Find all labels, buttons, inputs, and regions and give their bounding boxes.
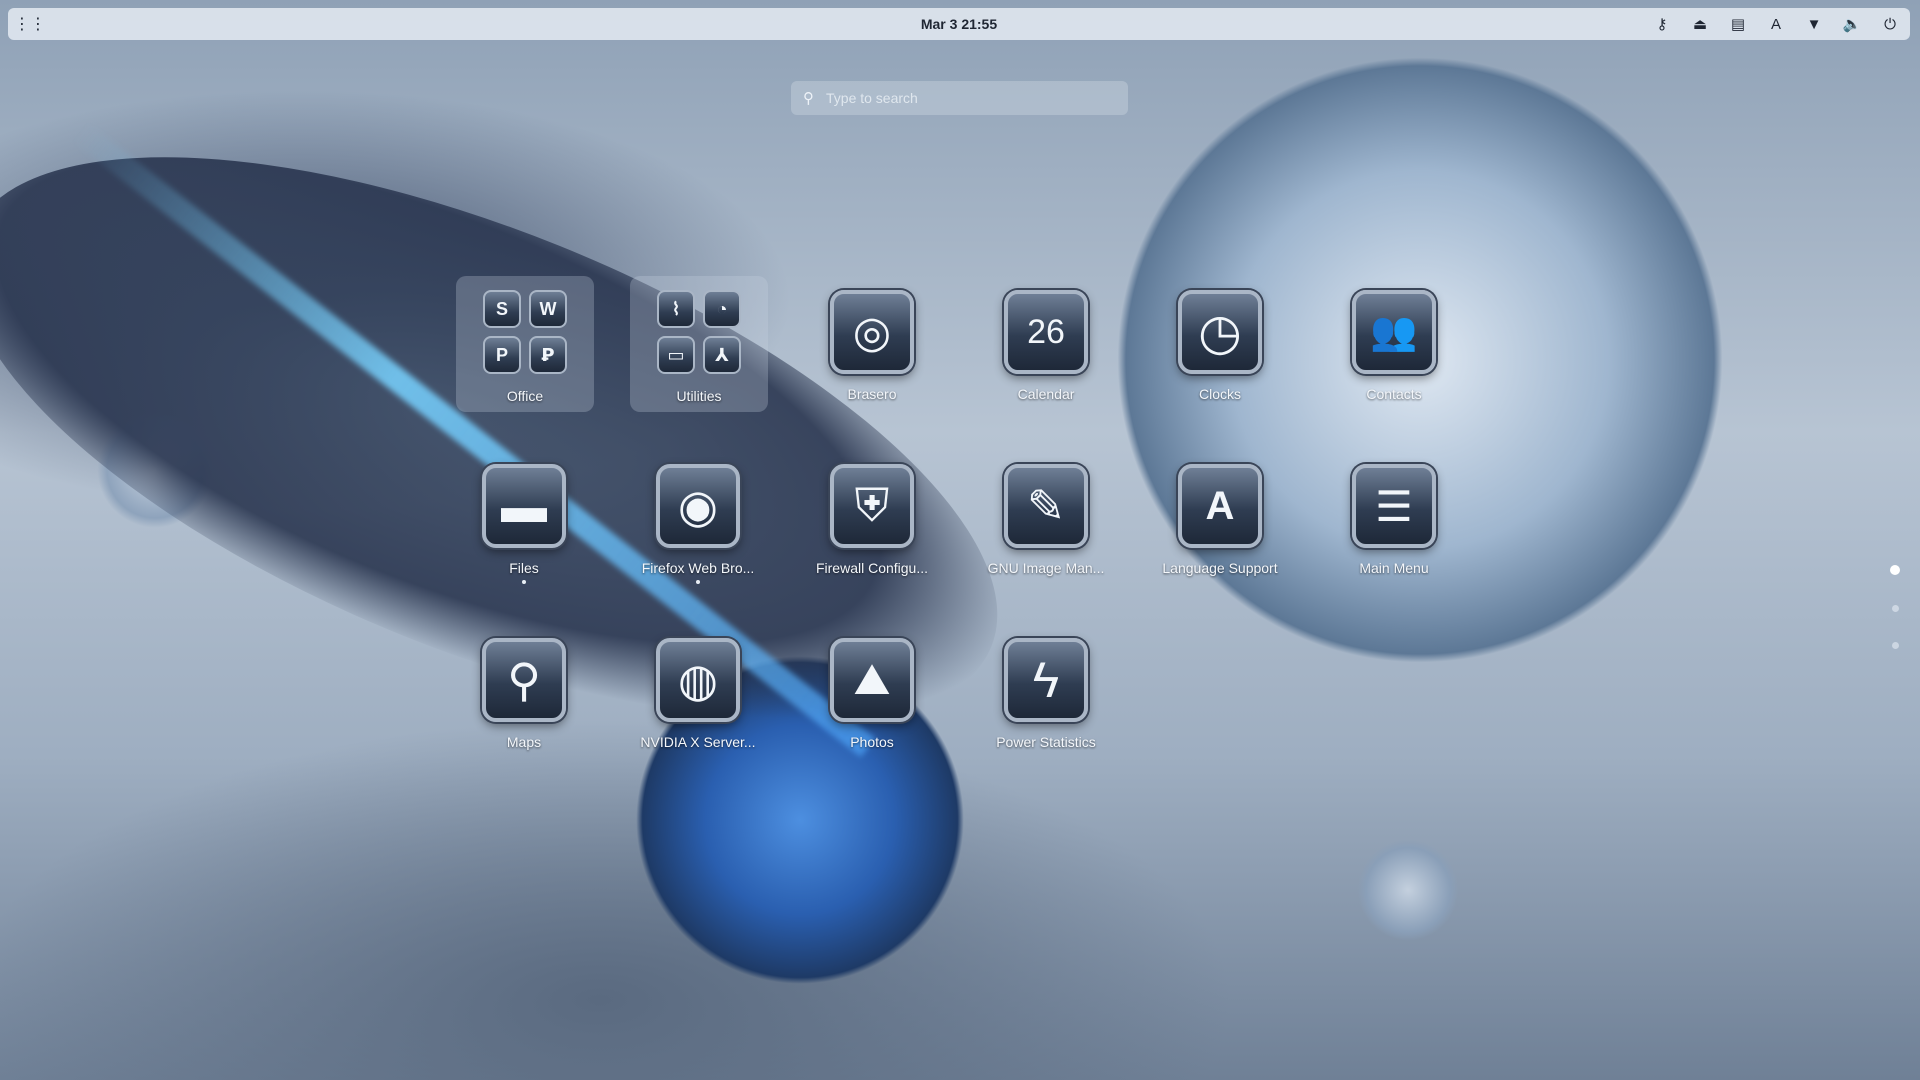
clock-icon: ◷ bbox=[1178, 290, 1262, 374]
app-label: Brasero bbox=[847, 386, 897, 402]
language-icon: A bbox=[1178, 464, 1262, 548]
notes-icon[interactable]: ▤ bbox=[1728, 15, 1748, 33]
folder-label: Utilities bbox=[676, 388, 722, 404]
keyboard-layout-icon[interactable]: A bbox=[1766, 16, 1786, 33]
app-label: NVIDIA X Server... bbox=[640, 734, 756, 750]
app-label: GNU Image Man... bbox=[987, 560, 1105, 576]
folder-office[interactable]: S W P Ꝑ Office bbox=[456, 276, 594, 412]
app-label: Clocks bbox=[1198, 386, 1241, 402]
lightning-icon: ϟ bbox=[1004, 638, 1088, 722]
page-dot-1[interactable] bbox=[1890, 565, 1900, 575]
folder-label: Office bbox=[506, 388, 544, 404]
app-gimp[interactable]: ✎ GNU Image Man... bbox=[978, 464, 1114, 576]
volume-icon[interactable]: 🔈 bbox=[1842, 15, 1862, 33]
disk-usage-icon: ◔ bbox=[703, 290, 741, 328]
app-firefox[interactable]: ◉ Firefox Web Bro... bbox=[630, 464, 766, 584]
office-presentation-icon: P bbox=[483, 336, 521, 374]
page-indicator bbox=[1890, 565, 1900, 649]
running-indicator bbox=[522, 580, 526, 584]
activities-grid-icon[interactable]: ⋮⋮ bbox=[14, 12, 46, 36]
app-language-support[interactable]: A Language Support bbox=[1152, 464, 1288, 576]
office-sheet-icon: S bbox=[483, 290, 521, 328]
page-dot-3[interactable] bbox=[1891, 642, 1899, 649]
shield-icon: ⛨ bbox=[830, 464, 914, 548]
app-firewall[interactable]: ⛨ Firewall Configu... bbox=[804, 464, 940, 576]
page-dot-2[interactable] bbox=[1891, 605, 1899, 612]
app-contacts[interactable]: 👥 Contacts bbox=[1326, 290, 1462, 402]
power-icon[interactable]: ⏻ bbox=[1880, 16, 1900, 33]
app-files[interactable]: ▬ Files bbox=[456, 464, 592, 584]
nvidia-icon: ◍ bbox=[656, 638, 740, 722]
app-brasero[interactable]: ◎ Brasero bbox=[804, 290, 940, 402]
app-power-statistics[interactable]: ϟ Power Statistics bbox=[978, 638, 1114, 750]
search-input[interactable] bbox=[824, 89, 1108, 107]
app-label: Contacts bbox=[1366, 386, 1422, 402]
map-pin-icon: ⚲ bbox=[482, 638, 566, 722]
app-maps[interactable]: ⚲ Maps bbox=[456, 638, 592, 750]
system-monitor-icon: ⌇ bbox=[657, 290, 695, 328]
app-label: Calendar bbox=[1017, 386, 1075, 402]
app-label: Power Statistics bbox=[996, 734, 1096, 750]
key-icon[interactable]: ⚷ bbox=[1652, 15, 1672, 33]
app-clocks[interactable]: ◷ Clocks bbox=[1152, 290, 1288, 402]
app-label: Firefox Web Bro... bbox=[641, 560, 755, 576]
app-main-menu[interactable]: ☰ Main Menu bbox=[1326, 464, 1462, 576]
disc-burner-icon: ◎ bbox=[830, 290, 914, 374]
app-photos[interactable]: ⛰ Photos bbox=[804, 638, 940, 750]
app-label: Language Support bbox=[1162, 560, 1278, 576]
running-indicator bbox=[696, 580, 700, 584]
clock[interactable]: Mar 3 21:55 bbox=[921, 8, 997, 40]
wifi-icon[interactable]: ▼ bbox=[1804, 16, 1824, 33]
tools-icon: ⅄ bbox=[703, 336, 741, 374]
contacts-icon: 👥 bbox=[1352, 290, 1436, 374]
brush-icon: ✎ bbox=[1004, 464, 1088, 548]
calendar-icon: 26 bbox=[1004, 290, 1088, 374]
folder-icon: ▬ bbox=[482, 464, 566, 548]
photos-icon: ⛰ bbox=[830, 638, 914, 722]
search-icon: ⚲ bbox=[803, 90, 814, 107]
app-label: Firewall Configu... bbox=[815, 560, 929, 576]
search-bar[interactable]: ⚲ bbox=[791, 81, 1128, 115]
app-calendar[interactable]: 26 Calendar bbox=[978, 290, 1114, 402]
system-tray[interactable]: ⚷ ⏏ ▤ A ▼ 🔈 ⏻ bbox=[1652, 15, 1900, 34]
folder-utilities[interactable]: ⌇ ◔ ▭ ⅄ Utilities bbox=[630, 276, 768, 412]
app-label: Maps bbox=[506, 734, 542, 750]
office-draw-icon: Ꝑ bbox=[529, 336, 567, 374]
office-writer-icon: W bbox=[529, 290, 567, 328]
app-label: Files bbox=[509, 560, 539, 576]
app-label: Photos bbox=[850, 734, 894, 750]
eject-icon[interactable]: ⏏ bbox=[1690, 15, 1710, 33]
firefox-icon: ◉ bbox=[656, 464, 740, 548]
top-bar: ⋮⋮ Mar 3 21:55 ⚷ ⏏ ▤ A ▼ 🔈 ⏻ bbox=[8, 8, 1910, 40]
menu-list-icon: ☰ bbox=[1352, 464, 1436, 548]
terminal-icon: ▭ bbox=[657, 336, 695, 374]
app-label: Main Menu bbox=[1359, 560, 1429, 576]
app-nvidia-settings[interactable]: ◍ NVIDIA X Server... bbox=[630, 638, 766, 750]
